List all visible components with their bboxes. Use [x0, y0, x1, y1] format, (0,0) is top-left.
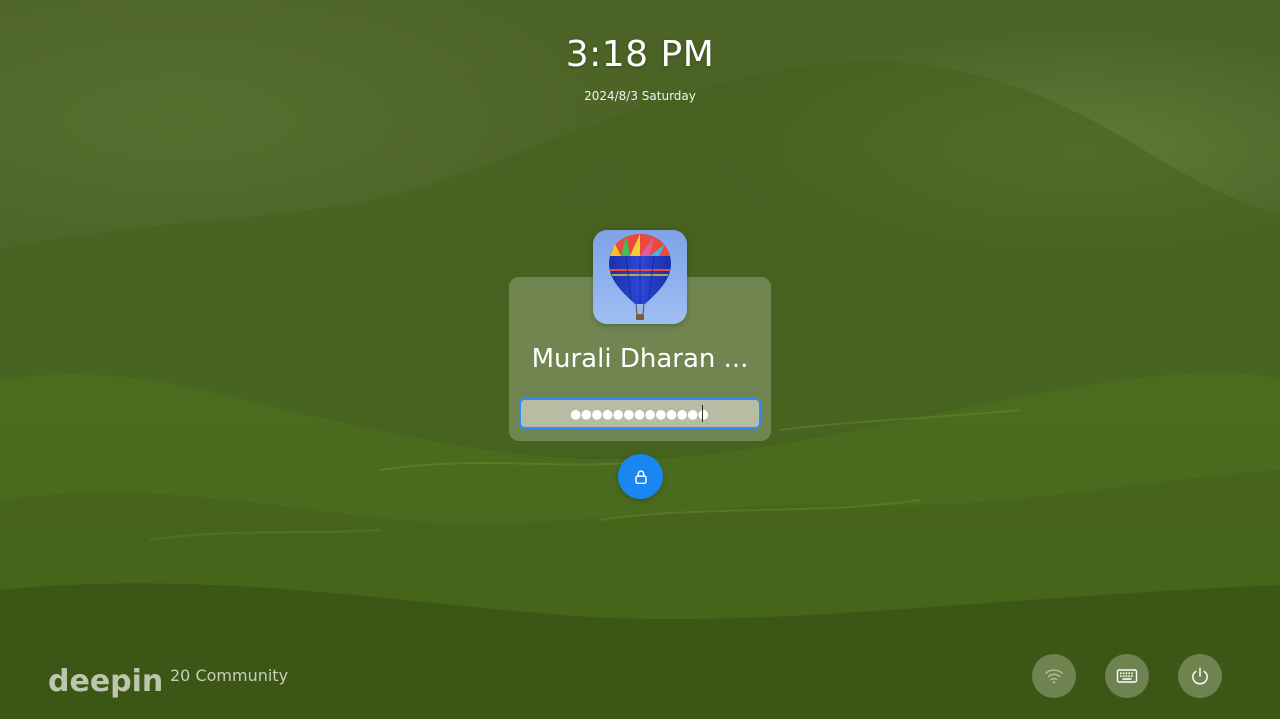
- password-input[interactable]: [519, 398, 761, 429]
- wifi-icon: [1045, 669, 1063, 684]
- keyboard-layout-button[interactable]: [1105, 654, 1149, 698]
- lock-icon: [634, 469, 647, 484]
- power-icon: [1192, 667, 1208, 685]
- unlock-button[interactable]: [618, 454, 663, 499]
- user-name: Murali Dharan ...: [531, 344, 749, 374]
- lock-screen: 3:18 PM 2024/8/3 Saturday Murali Dharan …: [0, 0, 1280, 719]
- text-caret: [702, 405, 703, 422]
- edition-label: 20 Community: [170, 666, 289, 685]
- network-button[interactable]: [1032, 654, 1076, 698]
- deepin-logo-text: deepin: [48, 664, 164, 699]
- keyboard-icon: [1116, 669, 1138, 683]
- power-button[interactable]: [1178, 654, 1222, 698]
- clock-time: 3:18 PM: [565, 34, 715, 75]
- deepin-logo: deepin: [48, 660, 163, 700]
- user-avatar[interactable]: [593, 230, 687, 324]
- hot-air-balloon-avatar-icon: [609, 234, 671, 320]
- clock-date: 2024/8/3 Saturday: [584, 89, 696, 103]
